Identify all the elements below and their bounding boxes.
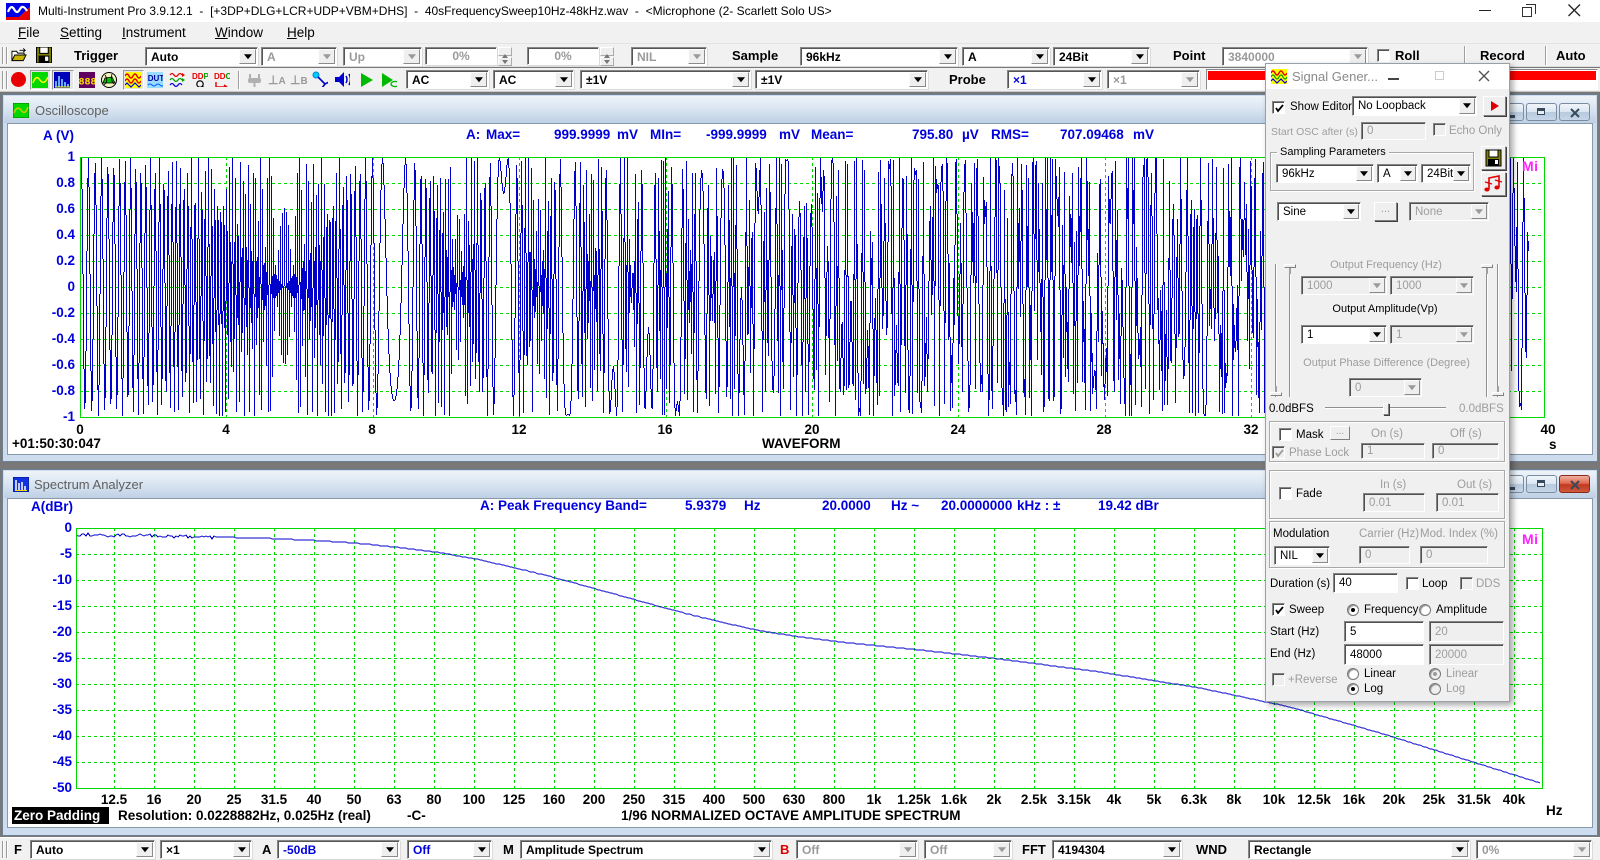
svg-text:P: P [204,72,209,81]
svg-text:DUT: DUT [148,74,163,83]
svg-text:888: 888 [79,78,95,89]
svg-text:C: C [226,72,231,81]
svg-text:DD: DD [192,72,204,81]
svg-text:DD: DD [214,72,226,81]
